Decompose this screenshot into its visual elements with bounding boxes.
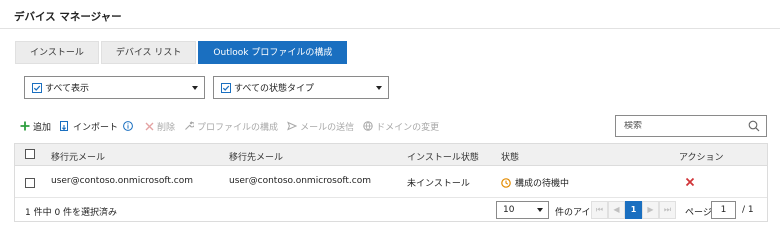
- column-install-status[interactable]: インストール状態: [407, 150, 479, 163]
- chevron-down-icon: [376, 85, 382, 90]
- tab-bar: インストール デバイス リスト Outlook プロファイルの構成: [15, 41, 349, 64]
- page-size-select[interactable]: 10: [496, 201, 549, 219]
- table-header: 移行元メール 移行先メール インストール状態 状態 アクション: [15, 144, 767, 166]
- prev-page-button[interactable]: ◀: [608, 201, 625, 219]
- import-button[interactable]: インポート: [60, 120, 118, 133]
- close-icon: [685, 177, 695, 187]
- delete-row-button[interactable]: [685, 177, 695, 190]
- filter-icon: [32, 82, 42, 93]
- add-label: 追加: [33, 122, 52, 133]
- column-status[interactable]: 状態: [501, 150, 519, 163]
- column-target-email[interactable]: 移行先メール: [229, 150, 283, 163]
- plus-icon: [20, 121, 30, 131]
- install-status-cell: 未インストール: [407, 179, 470, 189]
- configure-profile-button[interactable]: プロファイルの構成: [184, 120, 278, 133]
- filter-icon: [221, 82, 231, 93]
- page-size-value: 10: [503, 205, 515, 215]
- page-label: ページ: [685, 208, 712, 218]
- search-input[interactable]: [624, 121, 748, 131]
- page-number-input[interactable]: 1: [711, 201, 736, 219]
- view-filter-dropdown[interactable]: すべて表示: [24, 76, 205, 99]
- chevron-down-icon: [192, 85, 198, 90]
- status-label: 構成の待機中: [515, 179, 570, 189]
- delete-button[interactable]: 削除: [145, 120, 175, 133]
- info-icon: [123, 121, 133, 131]
- column-source-email[interactable]: 移行元メール: [51, 150, 105, 163]
- view-filter-value: すべて表示: [45, 84, 90, 94]
- send-mail-button[interactable]: メールの送信: [287, 120, 354, 133]
- source-email-cell: user@contoso.onmicrosoft.com: [51, 176, 193, 186]
- globe-icon: [363, 121, 373, 131]
- target-email-cell: user@contoso.onmicrosoft.com: [229, 176, 371, 186]
- search-icon[interactable]: [748, 120, 760, 132]
- row-checkbox[interactable]: [25, 178, 35, 188]
- header-divider: [0, 28, 780, 29]
- change-domain-label: ドメインの変更: [376, 122, 440, 133]
- tab-outlook-profile[interactable]: Outlook プロファイルの構成: [198, 41, 348, 64]
- last-page-button[interactable]: ⏭: [659, 201, 676, 219]
- table-row: user@contoso.onmicrosoft.com user@contos…: [15, 166, 767, 198]
- tab-install[interactable]: インストール: [15, 41, 99, 64]
- import-label: インポート: [73, 122, 119, 133]
- import-icon: [60, 120, 69, 131]
- change-domain-button[interactable]: ドメインの変更: [363, 120, 439, 133]
- total-pages: / 1: [742, 205, 754, 215]
- info-icon-button[interactable]: [123, 121, 136, 131]
- page-1-button[interactable]: 1: [625, 201, 642, 219]
- add-button[interactable]: 追加: [20, 120, 51, 133]
- wrench-icon: [185, 121, 195, 130]
- status-type-value: すべての状態タイプ: [234, 84, 315, 94]
- select-all-checkbox[interactable]: [25, 149, 35, 159]
- selection-count: 1 件中 0 件を選択済み: [25, 208, 118, 218]
- status-type-dropdown[interactable]: すべての状態タイプ: [213, 76, 389, 99]
- page-title: デバイス マネージャー: [14, 11, 122, 23]
- clock-icon: [501, 177, 511, 188]
- delete-icon: [145, 122, 154, 130]
- column-action: アクション: [679, 153, 724, 163]
- search-box: [615, 115, 767, 137]
- status-cell: 構成の待機中: [501, 176, 569, 189]
- tab-device-list[interactable]: デバイス リスト: [100, 41, 197, 64]
- first-page-button[interactable]: ⏮: [591, 201, 608, 219]
- toolbar: 追加 インポート 削除 プロファイルの構成 メールの送信 ドメインの変更: [20, 118, 448, 134]
- send-icon: [287, 121, 298, 131]
- next-page-button[interactable]: ▶: [642, 201, 659, 219]
- send-mail-label: メールの送信: [300, 122, 355, 133]
- table-footer: 1 件中 0 件を選択済み 10 件のアイテム ⏮ ◀ 1 ▶ ⏭ ページ 1 …: [15, 198, 767, 222]
- chevron-down-icon: [537, 208, 543, 212]
- profile-table: 移行元メール 移行先メール インストール状態 状態 アクション user@con…: [14, 143, 768, 222]
- delete-label: 削除: [157, 122, 176, 133]
- configure-profile-label: プロファイルの構成: [197, 122, 279, 133]
